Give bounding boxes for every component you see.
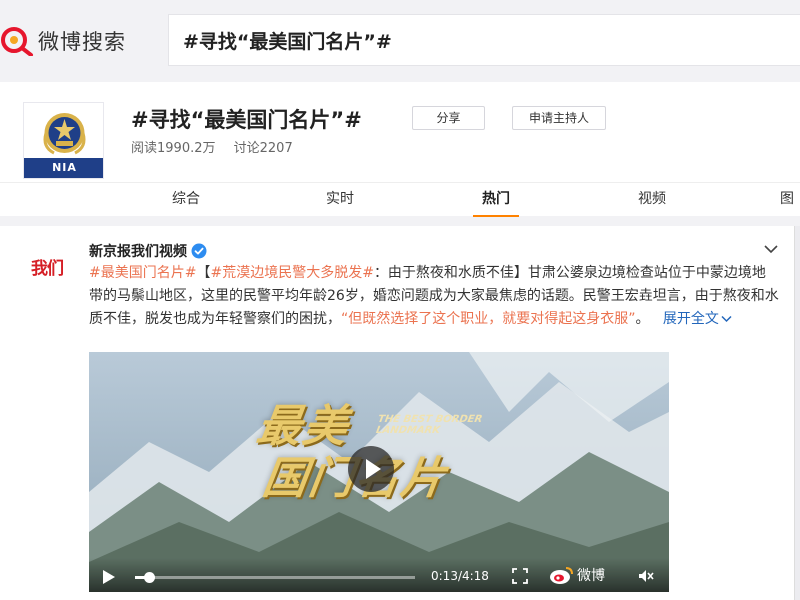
hashtag-link[interactable]: #最美国门名片# [89, 265, 196, 281]
tab-video[interactable]: 视频 [626, 183, 678, 217]
video-controls: 0:13/4:18 微博 [89, 558, 669, 592]
volume-mute-icon[interactable] [637, 567, 655, 585]
search-box[interactable] [168, 14, 800, 66]
weibo-search-logo[interactable]: 微博搜索 [0, 26, 126, 56]
tab-realtime[interactable]: 实时 [314, 183, 366, 217]
read-count: 阅读1990.2万 [131, 141, 216, 156]
share-button[interactable]: 分享 [412, 106, 485, 130]
post-body-end: 。 [635, 311, 650, 327]
topic-avatar: NIA [23, 102, 104, 179]
progress-knob[interactable] [144, 572, 155, 583]
chevron-down-icon [721, 315, 732, 323]
weibo-search-icon [1, 27, 33, 56]
play-icon[interactable] [103, 570, 115, 584]
weibo-watermark: 微博 [549, 565, 605, 585]
weibo-logo-icon [550, 567, 573, 584]
fullscreen-icon[interactable] [511, 567, 529, 585]
expand-full-text-link[interactable]: 展开全文 [663, 311, 732, 327]
top-bar: 微博搜索 [0, 0, 800, 82]
video-player[interactable]: 最美 THE BEST BORDER LANDMARK 国门名片 0:13/4:… [89, 352, 669, 592]
topic-title: #寻找“最美国门名片”# [131, 108, 362, 132]
author-row: 新京报我们视频 [89, 240, 207, 262]
post-card: 我们 新京报我们视频 #最美国门名片#【#荒漠边境民警大多脱发#：由于熬夜和水质… [0, 226, 800, 600]
avatar-logo-text: 我们 [31, 258, 64, 279]
tab-image[interactable]: 图 [780, 183, 800, 217]
tab-bar: 综合 实时 热门 视频 图 [0, 182, 800, 217]
video-title-line1: 最美 [253, 401, 353, 452]
weibo-watermark-text: 微博 [577, 568, 605, 584]
scrollbar[interactable] [794, 226, 800, 600]
apply-host-button[interactable]: 申请主持人 [512, 106, 606, 130]
post-quote: “但既然选择了这个职业，就要对得起这身衣服” [341, 311, 636, 327]
author-name[interactable]: 新京报我们视频 [89, 241, 187, 261]
tab-comprehensive[interactable]: 综合 [160, 183, 212, 217]
play-button[interactable] [348, 446, 394, 492]
search-input[interactable] [183, 29, 783, 51]
verified-icon [191, 243, 207, 259]
topic-stats: 阅读1990.2万 讨论2207 [131, 137, 293, 156]
post-text: #最美国门名片#【#荒漠边境民警大多脱发#：由于熬夜和水质不佳】甘肃公婆泉边境检… [89, 262, 779, 331]
hashtag-link[interactable]: #荒漠边境民警大多脱发# [210, 265, 373, 281]
discussion-count: 讨论2207 [233, 141, 293, 156]
police-emblem-icon [43, 113, 86, 155]
nia-label: NIA [24, 158, 103, 178]
author-avatar[interactable]: 我们 [23, 255, 71, 279]
tab-hot[interactable]: 热门 [470, 183, 522, 217]
video-time: 0:13/4:18 [431, 569, 489, 583]
progress-bar[interactable] [135, 572, 415, 583]
expand-label: 展开全文 [662, 311, 719, 327]
logo-text: 微博搜索 [38, 30, 126, 54]
video-title-english: THE BEST BORDER LANDMARK [375, 414, 484, 436]
topic-card: NIA #寻找“最美国门名片”# 分享 申请主持人 阅读1990.2万 讨论22… [0, 82, 800, 217]
chevron-down-icon[interactable] [764, 244, 778, 254]
bracket-text: 【 [196, 265, 211, 281]
